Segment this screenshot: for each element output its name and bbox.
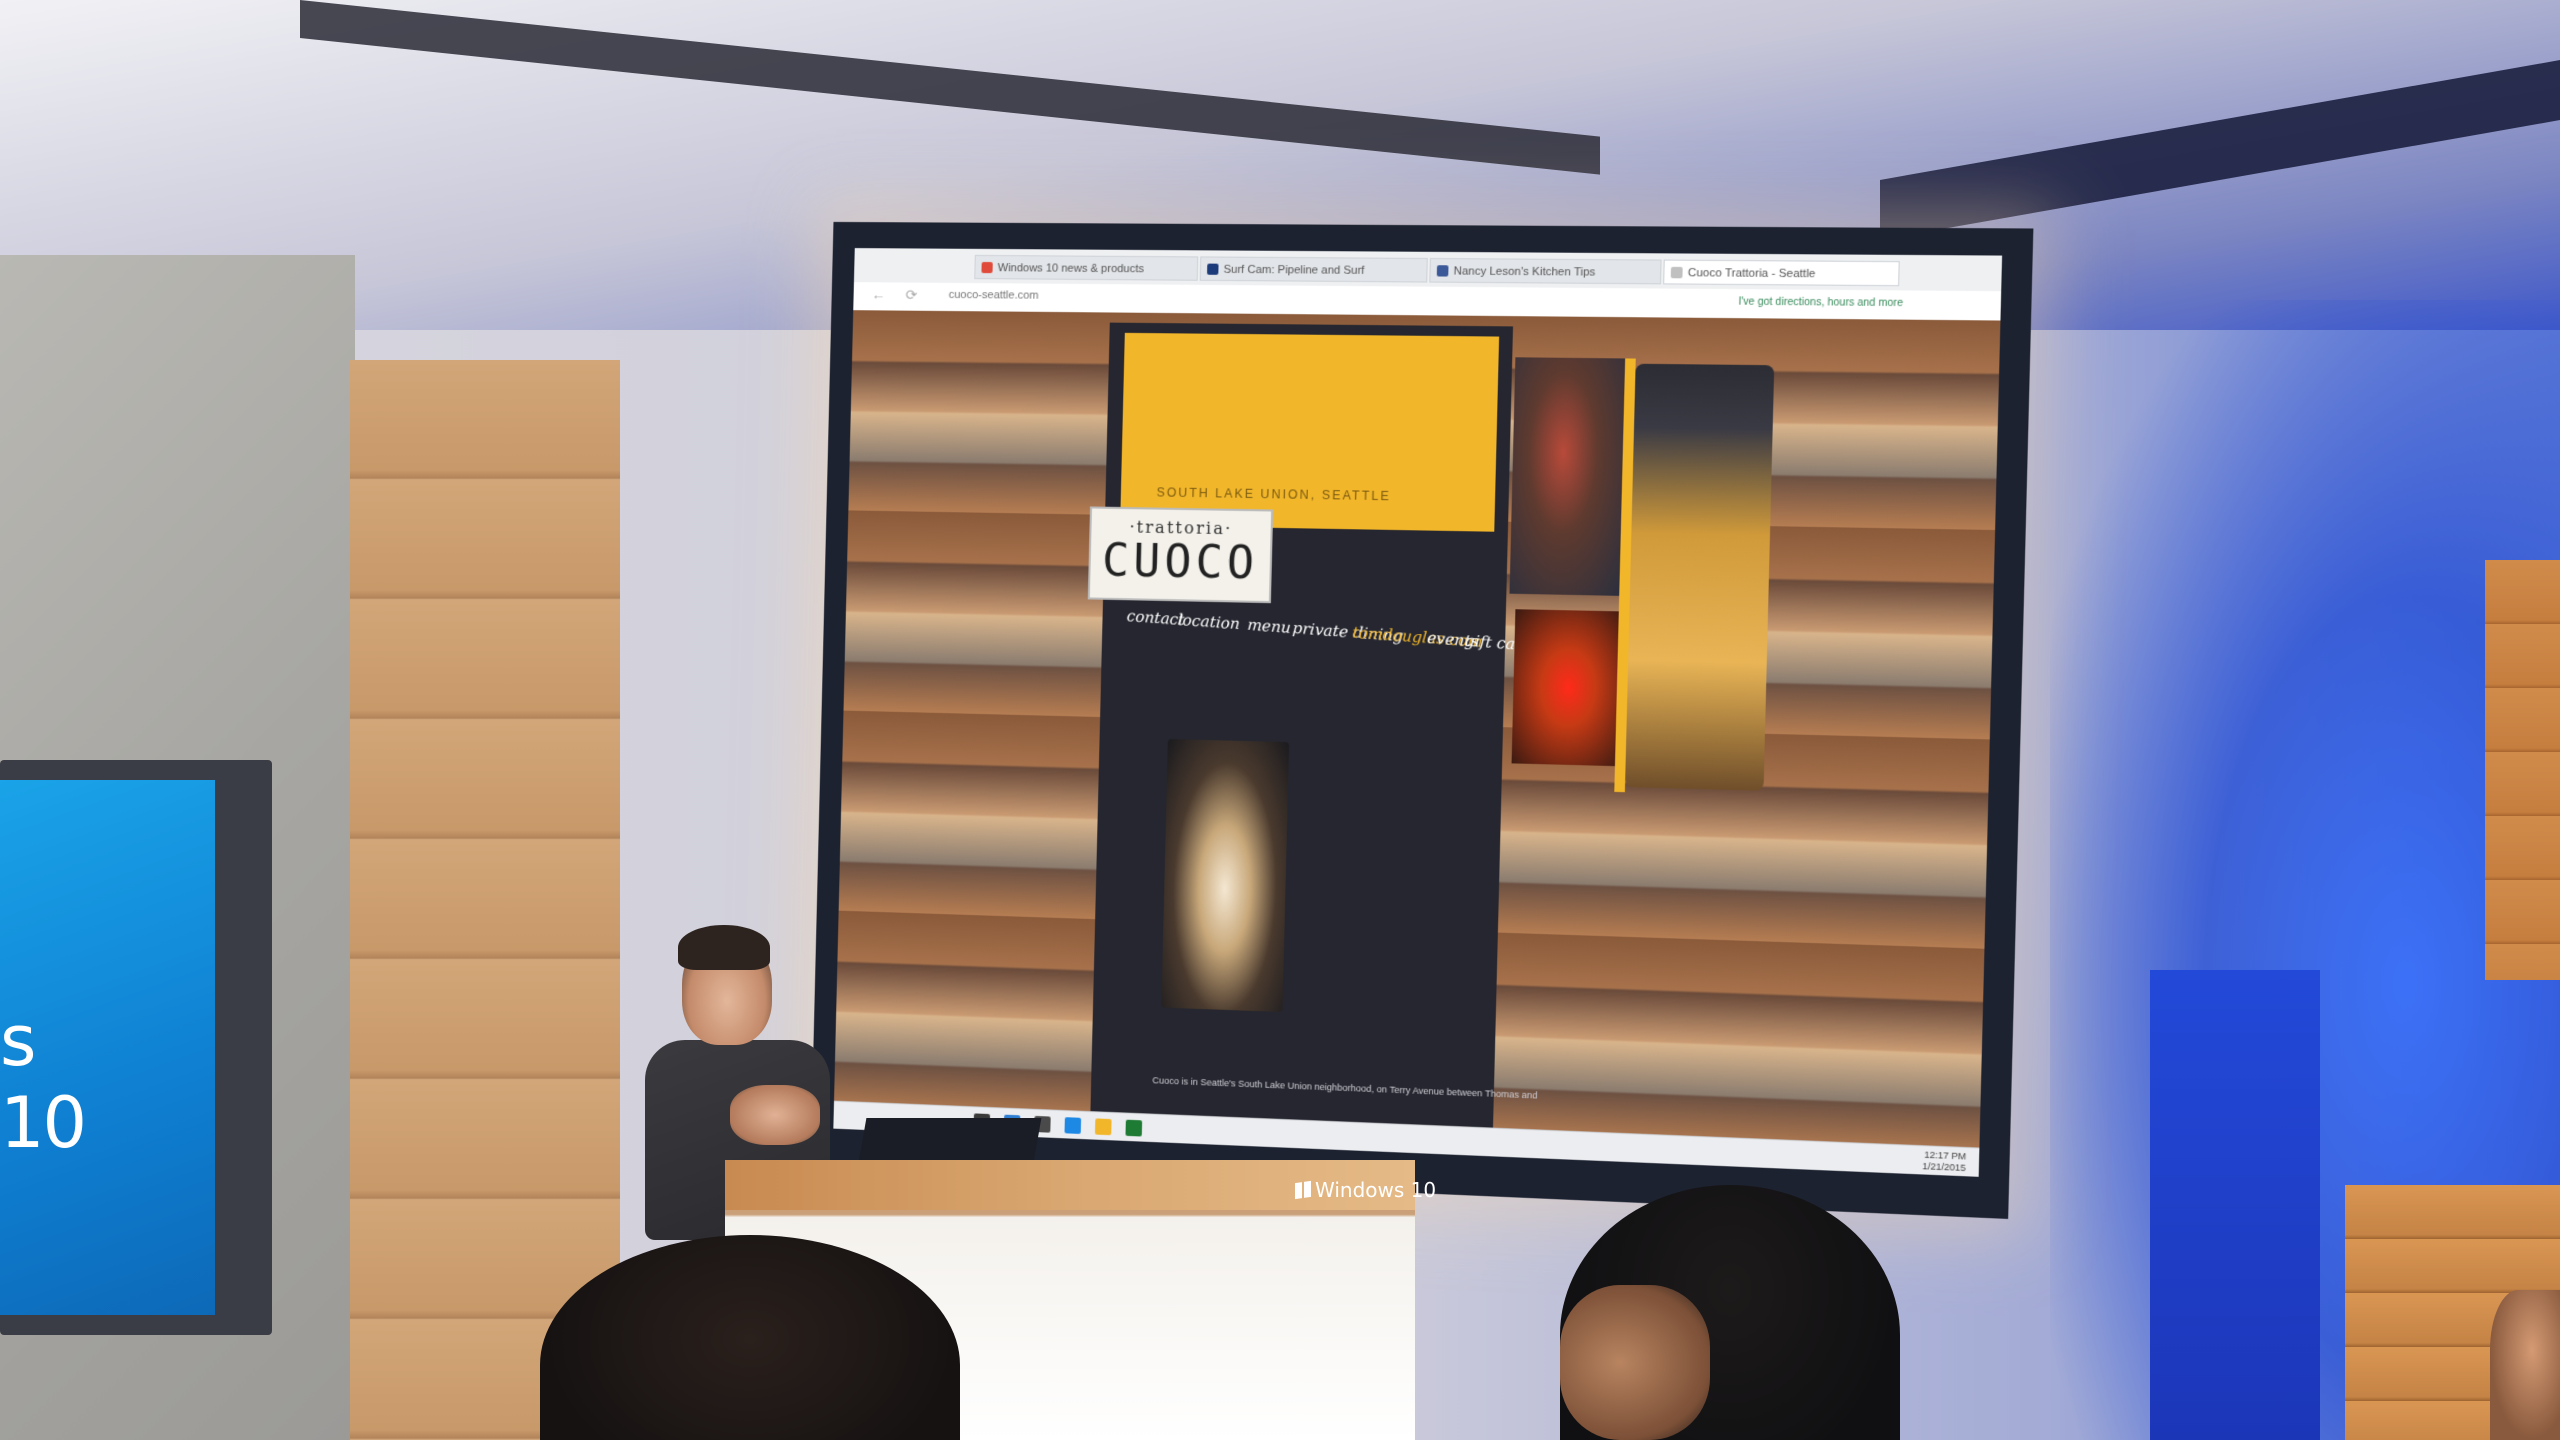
presenter-hands [730, 1085, 820, 1145]
podium-top [725, 1160, 1415, 1210]
tab-windows-10[interactable]: Windows 10 news & products [974, 255, 1198, 281]
refresh-icon[interactable]: ⟳ [905, 287, 917, 304]
logo-big-text: CUOCO [1090, 535, 1270, 590]
url-text[interactable]: cuoco-seattle.com [949, 289, 1039, 302]
tab-favicon-icon [981, 262, 992, 273]
wood-wall-left [350, 360, 620, 1440]
windows-logo-icon [1295, 1181, 1311, 1199]
left-monitor-text: s 10 [0, 1000, 80, 1164]
restaurant-photo [1512, 609, 1626, 766]
tab-surf-cam[interactable]: Surf Cam: Pipeline and Surf [1200, 256, 1428, 282]
audience-face [1560, 1285, 1710, 1440]
web-page: SOUTH LAKE UNION, SEATTLE ·trattoria· CU… [834, 310, 2000, 1147]
tab-favicon-icon [1671, 267, 1683, 278]
taskbar-clock[interactable]: 12:17 PM 1/21/2015 [1922, 1149, 1966, 1174]
nav-menu[interactable]: menu [1247, 615, 1292, 636]
blue-doorway [2150, 970, 2320, 1440]
pasta-photo [1625, 364, 1774, 791]
browser-window: Windows 10 news & products Surf Cam: Pip… [833, 248, 2002, 1177]
food-photo [1161, 739, 1289, 1012]
audience-face [2490, 1290, 2560, 1440]
restaurant-photo [1510, 357, 1628, 596]
browser-icon[interactable] [1064, 1117, 1081, 1134]
site-logo[interactable]: ·trattoria· CUOCO [1088, 506, 1273, 603]
tab-label: Nancy Leson's Kitchen Tips [1453, 265, 1595, 278]
tab-favicon-icon [1437, 265, 1449, 276]
tab-cuoco[interactable]: Cuoco Trattoria - Seattle [1663, 260, 1900, 287]
tab-kitchen-tips[interactable]: Nancy Leson's Kitchen Tips [1429, 258, 1661, 284]
nav-location[interactable]: location [1177, 610, 1241, 633]
tab-favicon-icon [1207, 264, 1219, 275]
tab-label: Windows 10 news & products [998, 262, 1145, 275]
back-arrow-icon[interactable]: ← [871, 286, 885, 302]
projection-screen: Windows 10 news & products Surf Cam: Pip… [811, 222, 2034, 1219]
photo-scene: s 10 Windows 10 news & products Surf Cam… [0, 0, 2560, 1440]
tab-label: Cuoco Trattoria - Seattle [1688, 267, 1816, 280]
excel-icon[interactable] [1125, 1120, 1142, 1137]
tab-label: Surf Cam: Pipeline and Surf [1223, 264, 1364, 277]
wood-block-right [2485, 560, 2560, 980]
clock-date: 1/21/2015 [1922, 1161, 1966, 1174]
presenter-hair [678, 925, 770, 970]
folder-icon[interactable] [1095, 1118, 1112, 1135]
podium-logo-text: Windows 10 [1315, 1178, 1436, 1202]
cortana-suggestion[interactable]: I've got directions, hours and more [1738, 296, 1903, 309]
